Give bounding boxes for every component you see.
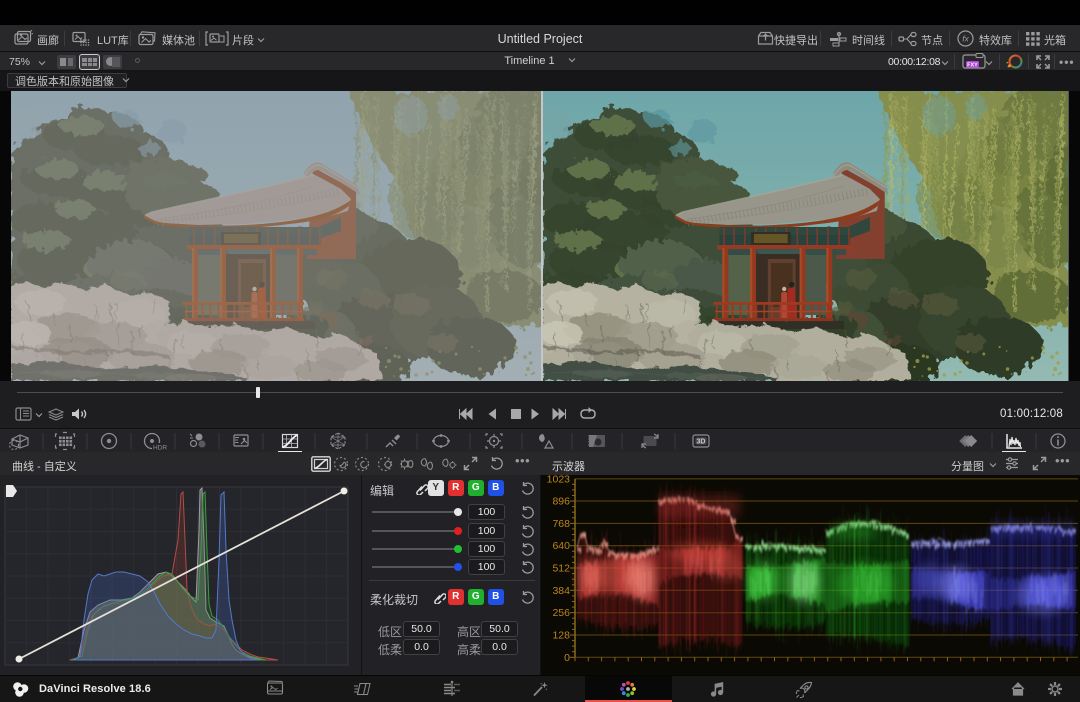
svg-text:HDR: HDR: [153, 445, 167, 452]
svg-text:1023: 1023: [547, 475, 571, 485]
svg-text:384: 384: [552, 585, 570, 597]
svg-text:FXY: FXY: [967, 63, 978, 69]
svg-text:256: 256: [552, 607, 570, 619]
svg-text:512: 512: [552, 563, 570, 575]
svg-text:fx: fx: [962, 34, 969, 44]
svg-text:768: 768: [552, 518, 570, 530]
svg-text:896: 896: [552, 496, 570, 508]
svg-text:0: 0: [564, 652, 570, 664]
svg-text:640: 640: [552, 540, 570, 552]
svg-text:128: 128: [552, 630, 570, 642]
svg-text:3D: 3D: [697, 439, 706, 446]
